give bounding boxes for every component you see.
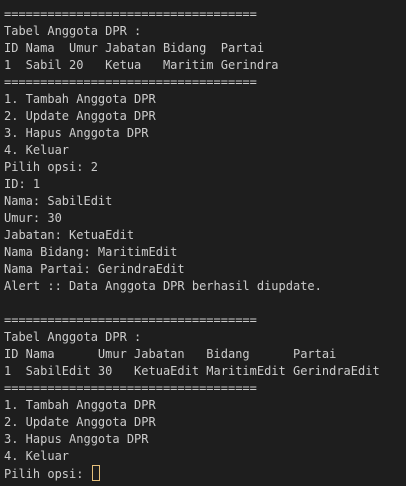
table-header: ID Nama Umur Jabatan Bidang Partai bbox=[4, 41, 265, 55]
menu-item-delete: 3. Hapus Anggota DPR bbox=[4, 126, 149, 140]
input-field: Nama Bidang: MaritimEdit bbox=[4, 245, 178, 259]
prompt-label: Pilih opsi: bbox=[4, 467, 91, 481]
terminal-output[interactable]: =================================== Tabe… bbox=[0, 0, 406, 486]
menu-item-add: 1. Tambah Anggota DPR bbox=[4, 398, 156, 412]
menu-item-update: 2. Update Anggota DPR bbox=[4, 415, 156, 429]
input-name: Nama: SabilEdit bbox=[4, 194, 113, 208]
table-title: Tabel Anggota DPR : bbox=[4, 330, 142, 344]
input-id: ID: 1 bbox=[4, 177, 41, 191]
menu-item-delete: 3. Hapus Anggota DPR bbox=[4, 432, 149, 446]
table-title: Tabel Anggota DPR : bbox=[4, 24, 142, 38]
option-prompt[interactable]: Pilih opsi: bbox=[4, 465, 406, 482]
menu-item-update: 2. Update Anggota DPR bbox=[4, 109, 156, 123]
separator-line: =================================== bbox=[4, 7, 257, 21]
input-party: Nama Partai: GerindraEdit bbox=[4, 262, 185, 276]
table-row: 1 SabilEdit 30 KetuaEdit MaritimEdit Ger… bbox=[4, 364, 380, 378]
separator-line: =================================== bbox=[4, 381, 257, 395]
menu-item-add: 1. Tambah Anggota DPR bbox=[4, 92, 156, 106]
input-position: Jabatan: KetuaEdit bbox=[4, 228, 135, 242]
separator-line: =================================== bbox=[4, 313, 257, 327]
option-prompt-answered: Pilih opsi: 2 bbox=[4, 160, 98, 174]
separator-line: =================================== bbox=[4, 75, 257, 89]
input-age: Umur: 30 bbox=[4, 211, 62, 225]
table-row: 1 Sabil 20 Ketua Maritim Gerindra bbox=[4, 58, 279, 72]
text-cursor[interactable] bbox=[91, 465, 100, 481]
menu-item-exit: 4. Keluar bbox=[4, 449, 70, 463]
table-header: ID Nama Umur Jabatan Bidang Partai bbox=[4, 347, 337, 361]
alert-message: Alert :: Data Anggota DPR berhasil diupd… bbox=[4, 279, 322, 293]
menu-item-exit: 4. Keluar bbox=[4, 143, 70, 157]
